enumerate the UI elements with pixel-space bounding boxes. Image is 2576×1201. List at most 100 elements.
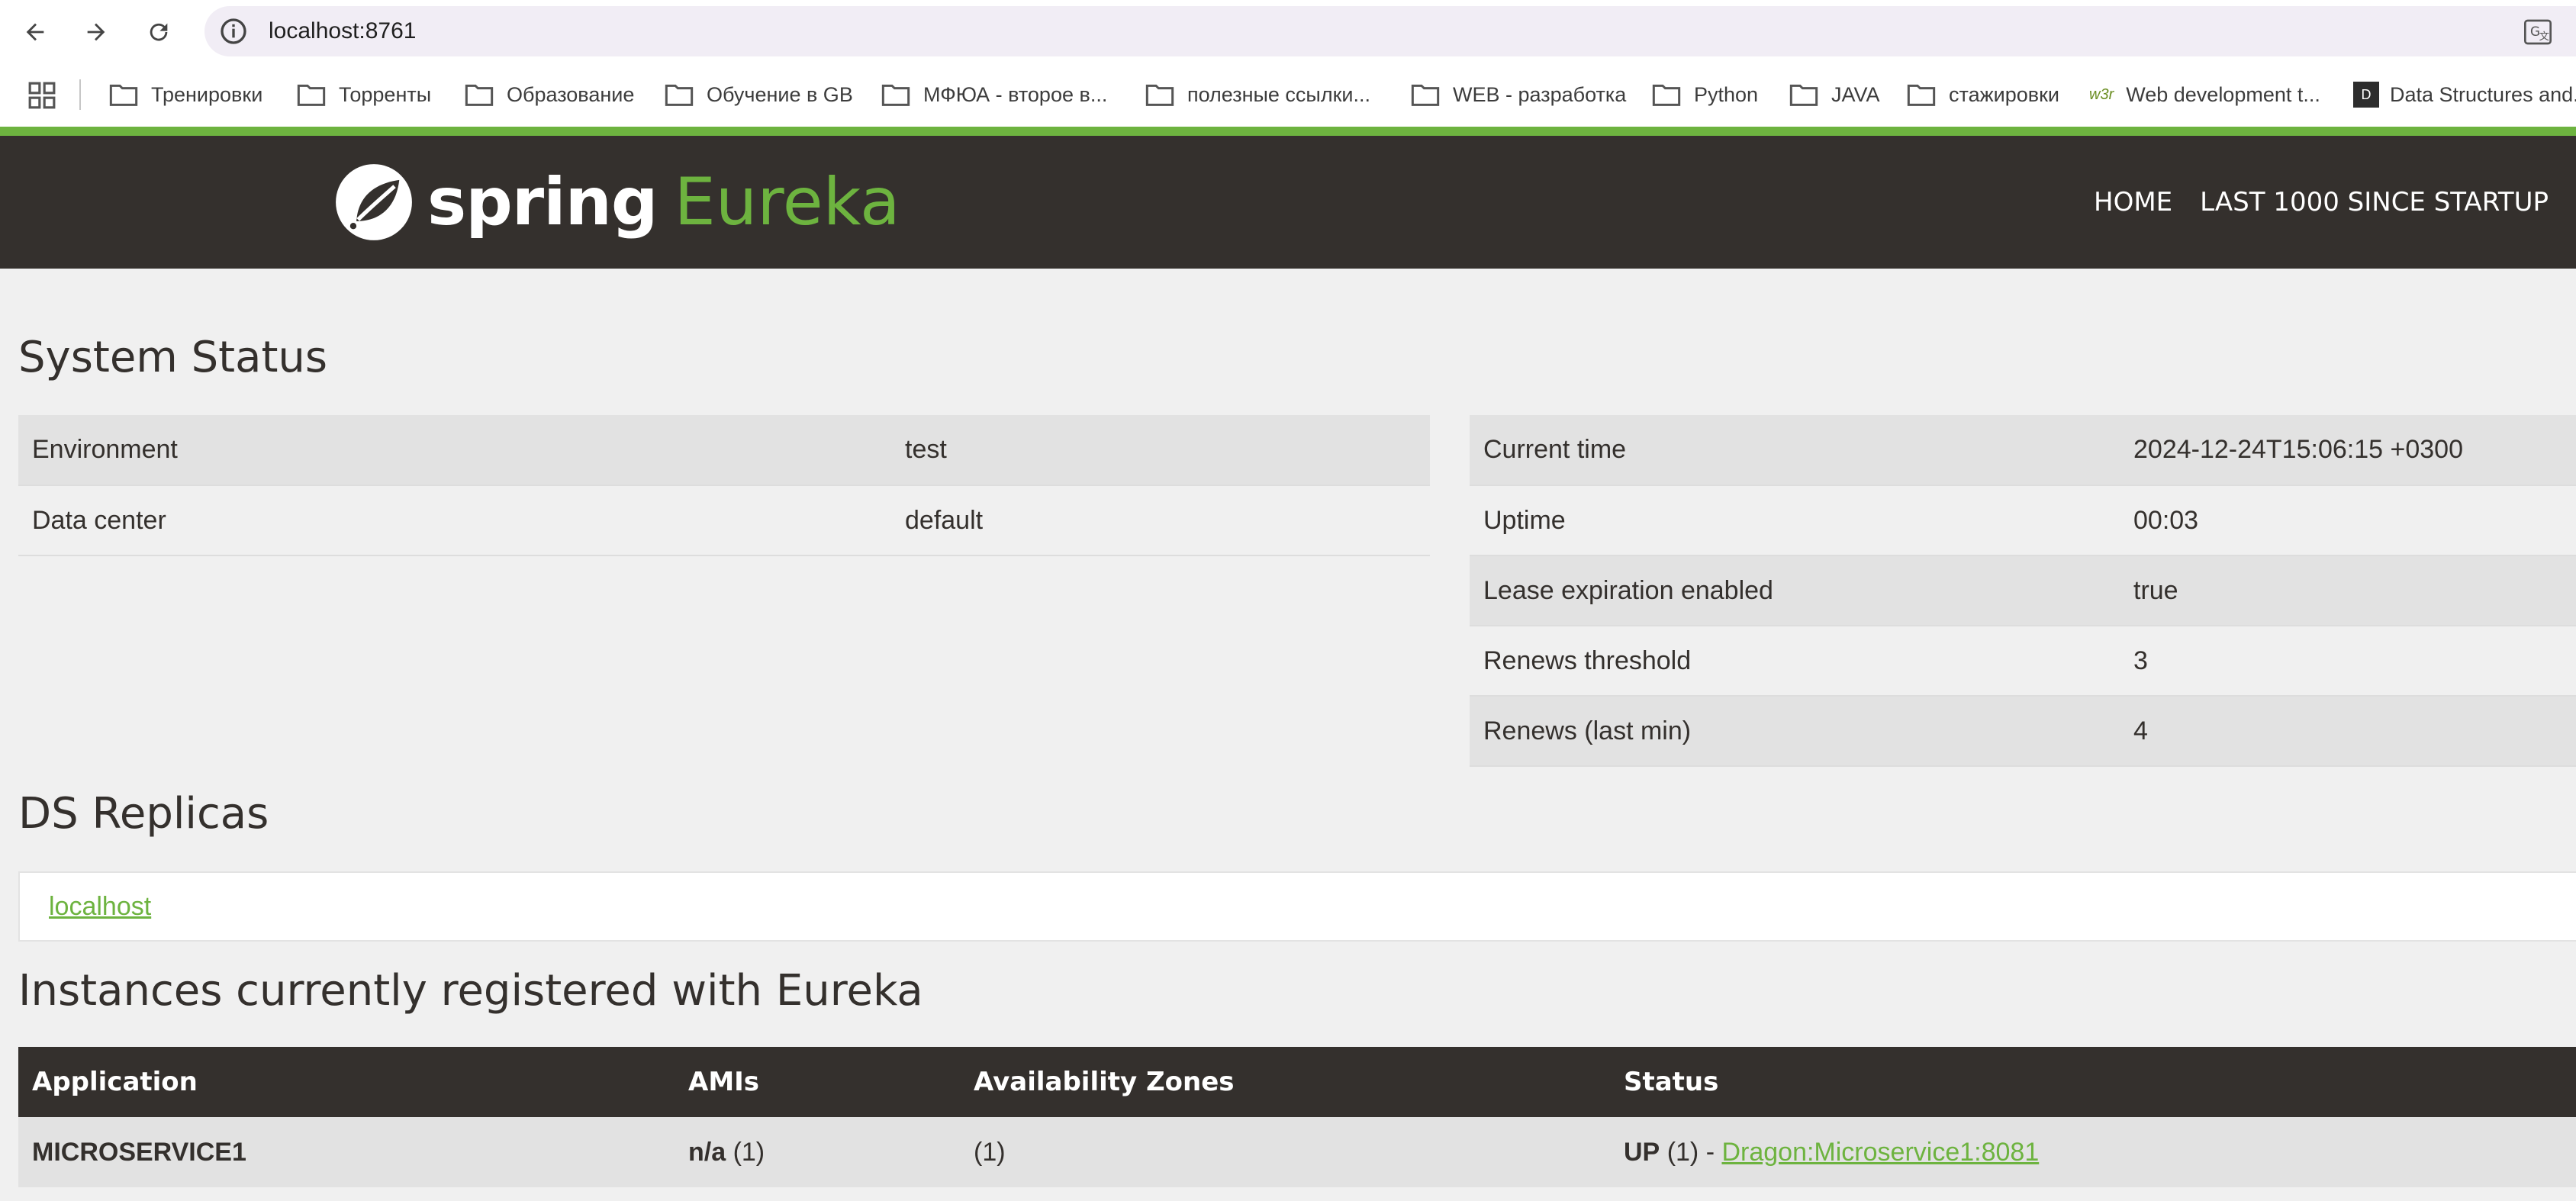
bookmark-label: Python: [1694, 82, 1759, 106]
status-label: Current time: [1470, 415, 2120, 486]
svg-text:文: 文: [2539, 31, 2549, 43]
amis-cell: n/a (1): [675, 1117, 960, 1187]
column-header-application: Application: [18, 1047, 675, 1117]
apps-grid-icon[interactable]: [27, 81, 56, 110]
bookmark-label: WEB - разработка: [1453, 82, 1627, 106]
bookmark-label: Обучение в GB: [707, 82, 853, 106]
instances-table: Application AMIs Availability Zones Stat…: [18, 1047, 2576, 1187]
status-label: Renews (last min): [1470, 696, 2120, 767]
last-1000-link[interactable]: LAST 1000 SINCE STARTUP: [2200, 187, 2549, 217]
status-label: Environment: [18, 415, 891, 486]
bookmark-folder[interactable]: Торренты: [296, 63, 431, 127]
status-label: Uptime: [1470, 485, 2120, 556]
url-text[interactable]: localhost:8761: [269, 6, 416, 56]
folder-icon: [1907, 84, 1936, 106]
table-header-row: Application AMIs Availability Zones Stat…: [18, 1047, 2576, 1117]
bookmark-folder[interactable]: JAVA: [1789, 63, 1880, 127]
translate-icon[interactable]: G 文: [2523, 17, 2553, 47]
replica-link[interactable]: localhost: [49, 892, 151, 922]
system-status-right-table: Current time 2024-12-24T15:06:15 +0300 U…: [1470, 415, 2576, 767]
bookmark-link[interactable]: w3r Web development t...: [2089, 63, 2320, 127]
status-cell: UP (1) - Dragon:Microservice1:8081: [1610, 1117, 2576, 1187]
status-value: default: [891, 485, 1430, 556]
folder-icon: [109, 84, 138, 106]
table-row: Current time 2024-12-24T15:06:15 +0300: [1470, 415, 2576, 486]
bookmark-label: Web development t...: [2126, 82, 2320, 106]
status-count: (1) -: [1666, 1137, 1715, 1167]
folder-icon: [881, 84, 910, 106]
bookmark-folder[interactable]: Образование: [464, 63, 634, 127]
system-status-title: System Status: [18, 333, 328, 382]
bookmarks-bar: Тренировки Торренты Образование Обучение…: [0, 63, 2576, 127]
site-info-icon[interactable]: [218, 16, 249, 47]
column-header-status: Status: [1610, 1047, 2576, 1117]
reload-icon: [150, 23, 168, 41]
instance-link[interactable]: Dragon:Microservice1:8081: [1721, 1138, 2039, 1167]
bookmark-folder[interactable]: полезные ссылки...: [1145, 63, 1370, 127]
status-value: 4: [2120, 696, 2576, 767]
status-label: Renews threshold: [1470, 626, 2120, 697]
bookmark-folder[interactable]: стажировки: [1906, 63, 2059, 127]
back-button[interactable]: [14, 11, 56, 53]
arrow-right-icon: [87, 23, 105, 41]
bookmark-folder[interactable]: Тренировки: [108, 63, 262, 127]
ds-replicas-title: DS Replicas: [18, 789, 269, 839]
bookmark-label: Образование: [507, 82, 635, 106]
table-row: Lease expiration enabled true: [1470, 555, 2576, 626]
amis-value: n/a: [688, 1137, 726, 1167]
logo-eureka-text: Eureka: [674, 164, 900, 240]
folder-icon: [665, 84, 694, 106]
bookmark-folder[interactable]: Python: [1651, 63, 1758, 127]
folder-icon: [1411, 84, 1440, 106]
eureka-navbar: spring Eureka HOME LAST 1000 SINCE START…: [0, 136, 2576, 269]
table-row: Data center default: [18, 485, 1430, 556]
status-value: test: [891, 415, 1430, 486]
accent-strip: [0, 127, 2576, 136]
folder-icon: [1145, 84, 1174, 106]
folder-icon: [1652, 84, 1681, 106]
column-header-zones: Availability Zones: [960, 1047, 1610, 1117]
folder-icon: [1789, 84, 1818, 106]
table-row: Uptime 00:03: [1470, 485, 2576, 556]
bookmark-label: стажировки: [1949, 82, 2059, 106]
nav-links: HOME LAST 1000 SINCE STARTUP: [2066, 136, 2549, 269]
folder-icon: [465, 84, 494, 106]
arrow-left-icon: [26, 23, 44, 41]
bookmark-label: Торренты: [339, 82, 432, 106]
folder-icon: [297, 84, 326, 106]
bookmark-label: Data Structures and...: [2390, 82, 2576, 106]
spring-eureka-logo[interactable]: spring Eureka: [334, 160, 900, 244]
bookmark-folder[interactable]: Обучение в GB: [664, 63, 853, 127]
instances-title: Instances currently registered with Eure…: [18, 966, 923, 1016]
status-value: 00:03: [2120, 485, 2576, 556]
bookmark-folder[interactable]: МФЮА - второе в...: [881, 63, 1107, 127]
table-row: Environment test: [18, 415, 1430, 486]
w3r-icon: w3r: [2089, 85, 2114, 103]
bookmark-link[interactable]: D Data Structures and...: [2353, 63, 2576, 127]
bookmark-label: JAVA: [1831, 82, 1880, 106]
ds-icon: D: [2353, 82, 2379, 108]
status-value: UP: [1624, 1137, 1660, 1167]
status-label: Lease expiration enabled: [1470, 555, 2120, 626]
browser-toolbar: localhost:8761 G 文: [0, 0, 2576, 63]
bookmark-folder[interactable]: WEB - разработка: [1410, 63, 1626, 127]
forward-button[interactable]: [75, 11, 118, 53]
reload-button[interactable]: [137, 11, 180, 53]
logo-spring-text: spring: [427, 164, 658, 240]
spring-leaf-icon: [336, 164, 412, 240]
table-row: Renews (last min) 4: [1470, 696, 2576, 767]
bookmarks-divider: [79, 79, 81, 110]
bookmark-label: Тренировки: [151, 82, 263, 106]
status-label: Data center: [18, 485, 891, 556]
bookmark-label: МФЮА - второе в...: [923, 82, 1108, 106]
status-value: 2024-12-24T15:06:15 +0300: [2120, 415, 2576, 486]
ds-replicas-list: localhost: [18, 871, 2576, 942]
status-value: 3: [2120, 626, 2576, 697]
home-link[interactable]: HOME: [2094, 187, 2172, 217]
zones-cell: (1): [960, 1117, 1610, 1187]
application-cell: MICROSERVICE1: [18, 1117, 675, 1187]
table-row: MICROSERVICE1 n/a (1) (1) UP (1) - Drago…: [18, 1117, 2576, 1187]
system-status-left-table: Environment test Data center default: [18, 415, 1430, 556]
table-row: Renews threshold 3: [1470, 626, 2576, 697]
address-bar[interactable]: localhost:8761 G 文: [204, 6, 2576, 56]
